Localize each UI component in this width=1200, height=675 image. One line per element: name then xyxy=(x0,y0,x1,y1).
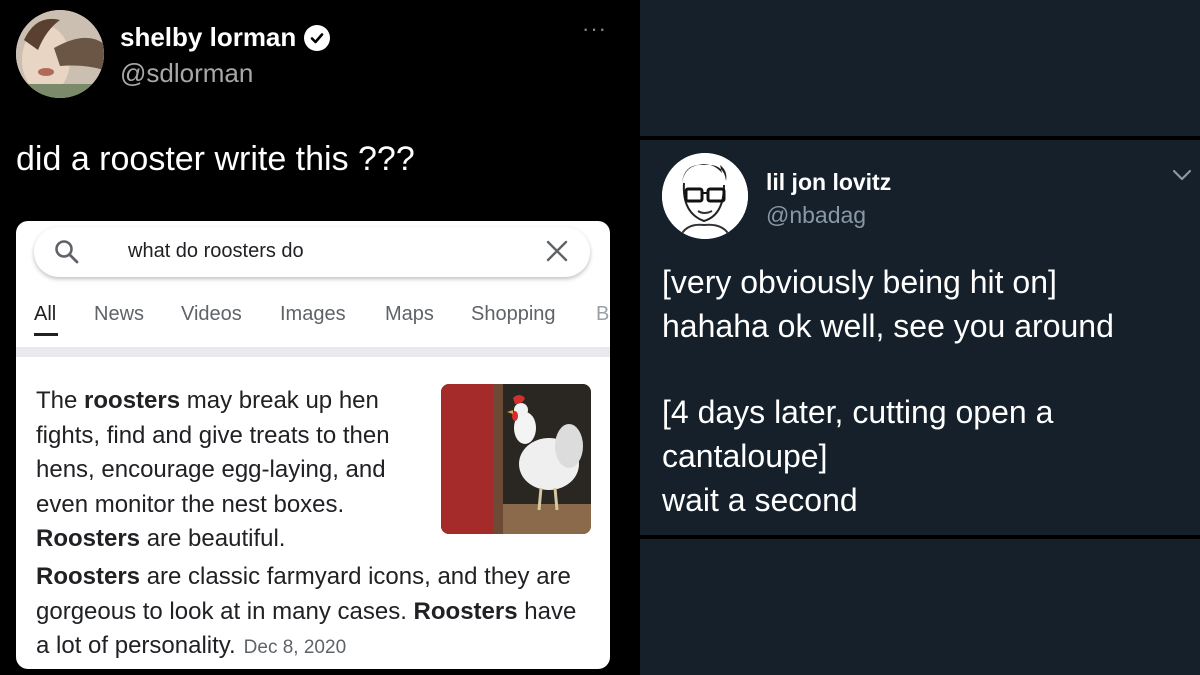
timeline-spacer-bottom xyxy=(640,539,1200,675)
snippet-text: are beautiful. xyxy=(140,525,286,552)
tweet-line: hahaha ok well, see you around xyxy=(662,308,1114,344)
snippet-date: Dec 8, 2020 xyxy=(243,637,347,658)
tab-truncated[interactable]: B xyxy=(596,303,609,326)
tab-all[interactable]: All xyxy=(34,303,56,326)
featured-snippet-text-cont: Roosters are classic farmyard icons, and… xyxy=(36,560,596,666)
display-name[interactable]: lil jon lovitz xyxy=(766,169,891,196)
tab-maps[interactable]: Maps xyxy=(385,303,434,326)
search-bar[interactable]: what do roosters do xyxy=(34,227,590,277)
left-tweet-panel: shelby lorman @sdlorman ··· did a rooste… xyxy=(0,0,636,675)
google-screenshot-card: what do roosters do All News Videos Imag… xyxy=(16,221,610,669)
handle[interactable]: @nbadag xyxy=(766,202,866,229)
avatar[interactable] xyxy=(16,10,104,98)
rooster-image[interactable] xyxy=(441,384,591,534)
avatar-drawing xyxy=(662,153,748,239)
snippet-bold: roosters xyxy=(84,387,181,414)
tweet-line: cantaloupe] xyxy=(662,438,828,474)
snippet-text: The xyxy=(36,387,85,414)
snippet-bold: Roosters xyxy=(413,597,518,625)
close-icon[interactable] xyxy=(546,240,568,267)
tweet-line: [4 days later, cutting open a xyxy=(662,394,1054,430)
search-tabs: All News Videos Images Maps Shopping B xyxy=(16,299,610,339)
more-icon[interactable]: ··· xyxy=(582,18,607,40)
divider xyxy=(16,347,610,357)
tab-videos[interactable]: Videos xyxy=(181,303,242,326)
tab-shopping[interactable]: Shopping xyxy=(471,303,556,326)
chevron-down-icon[interactable] xyxy=(1172,168,1192,187)
avatar[interactable] xyxy=(662,153,748,239)
right-tweet-panel: lil jon lovitz @nbadag [very obviously b… xyxy=(640,140,1200,535)
avatar-photo xyxy=(16,10,104,98)
tab-images[interactable]: Images xyxy=(280,303,346,326)
snippet-bold: Roosters xyxy=(36,563,141,590)
verified-badge-icon xyxy=(304,24,331,51)
tweet-line: wait a second xyxy=(662,482,858,518)
tweet-text: [very obviously being hit on] hahaha ok … xyxy=(662,260,1192,522)
display-name-row[interactable]: shelby lorman xyxy=(120,22,331,53)
tweet-line: [very obviously being hit on] xyxy=(662,264,1057,300)
search-input[interactable]: what do roosters do xyxy=(128,240,304,263)
tab-news[interactable]: News xyxy=(94,303,144,326)
active-tab-indicator xyxy=(34,333,58,336)
timeline-spacer-top xyxy=(640,0,1200,136)
handle[interactable]: @sdlorman xyxy=(120,58,253,89)
search-icon[interactable] xyxy=(54,239,80,270)
snippet-bold: Roosters xyxy=(36,525,141,552)
featured-snippet-text: The roosters may break up hen fights, fi… xyxy=(36,384,431,557)
display-name[interactable]: shelby lorman xyxy=(120,22,296,53)
tweet-text: did a rooster write this ??? xyxy=(16,140,415,178)
